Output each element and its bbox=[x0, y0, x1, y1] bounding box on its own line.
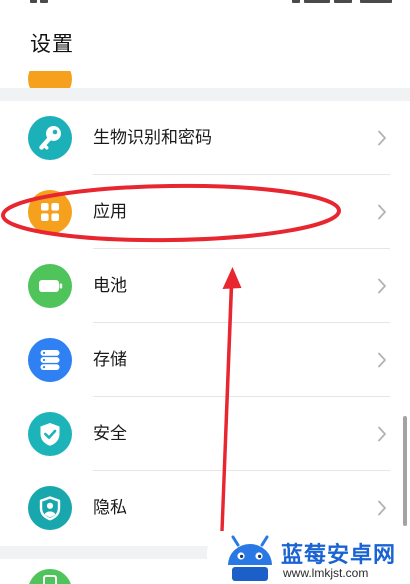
shield-check-icon bbox=[28, 412, 72, 456]
chevron-right-icon bbox=[378, 500, 386, 516]
settings-item-label: 存储 bbox=[93, 350, 127, 370]
settings-item-battery[interactable]: 电池 bbox=[0, 249, 410, 323]
settings-list: 生物识别和密码 应用 电池 存储 安全 隐私 bbox=[0, 101, 410, 546]
partial-icon bbox=[28, 569, 72, 584]
battery-percent bbox=[304, 0, 330, 3]
settings-item-storage[interactable]: 存储 bbox=[0, 323, 410, 397]
clock bbox=[360, 0, 392, 3]
settings-item-label: 生物识别和密码 bbox=[93, 128, 212, 148]
settings-item-label: 安全 bbox=[93, 424, 127, 444]
signal-icon bbox=[30, 0, 37, 3]
privacy-shield-icon bbox=[28, 486, 72, 530]
partial-item-below[interactable] bbox=[0, 559, 100, 584]
partial-item-above[interactable] bbox=[0, 71, 100, 88]
watermark-brand: 蓝莓安卓网 bbox=[281, 543, 397, 568]
settings-screen: 设置 生物识别和密码 应用 电池 存储 安全 隐私 蓝莓安卓网 www.lmkj… bbox=[0, 0, 410, 584]
page-title: 设置 bbox=[30, 32, 74, 56]
chevron-right-icon bbox=[378, 204, 386, 220]
chevron-right-icon bbox=[378, 352, 386, 368]
alarm-icon bbox=[292, 0, 300, 3]
settings-item-security[interactable]: 安全 bbox=[0, 397, 410, 471]
chevron-right-icon bbox=[378, 130, 386, 146]
settings-item-label: 电池 bbox=[93, 276, 127, 296]
android-robot-icon bbox=[228, 535, 272, 581]
storage-icon bbox=[28, 338, 72, 382]
chevron-right-icon bbox=[378, 278, 386, 294]
chevron-right-icon bbox=[378, 426, 386, 442]
section-divider bbox=[0, 88, 410, 101]
battery-icon bbox=[28, 264, 72, 308]
wifi-icon bbox=[40, 0, 48, 3]
battery-status-icon bbox=[334, 0, 352, 3]
key-icon bbox=[28, 116, 72, 160]
settings-item-label: 应用 bbox=[93, 202, 127, 222]
apps-grid-icon bbox=[28, 190, 72, 234]
watermark-url: www.lmkjst.com bbox=[283, 566, 369, 580]
settings-item-biometrics[interactable]: 生物识别和密码 bbox=[0, 101, 410, 175]
scrollbar[interactable] bbox=[403, 416, 407, 526]
settings-item-label: 隐私 bbox=[93, 498, 127, 518]
settings-item-apps[interactable]: 应用 bbox=[0, 175, 410, 249]
partial-icon bbox=[28, 71, 72, 88]
